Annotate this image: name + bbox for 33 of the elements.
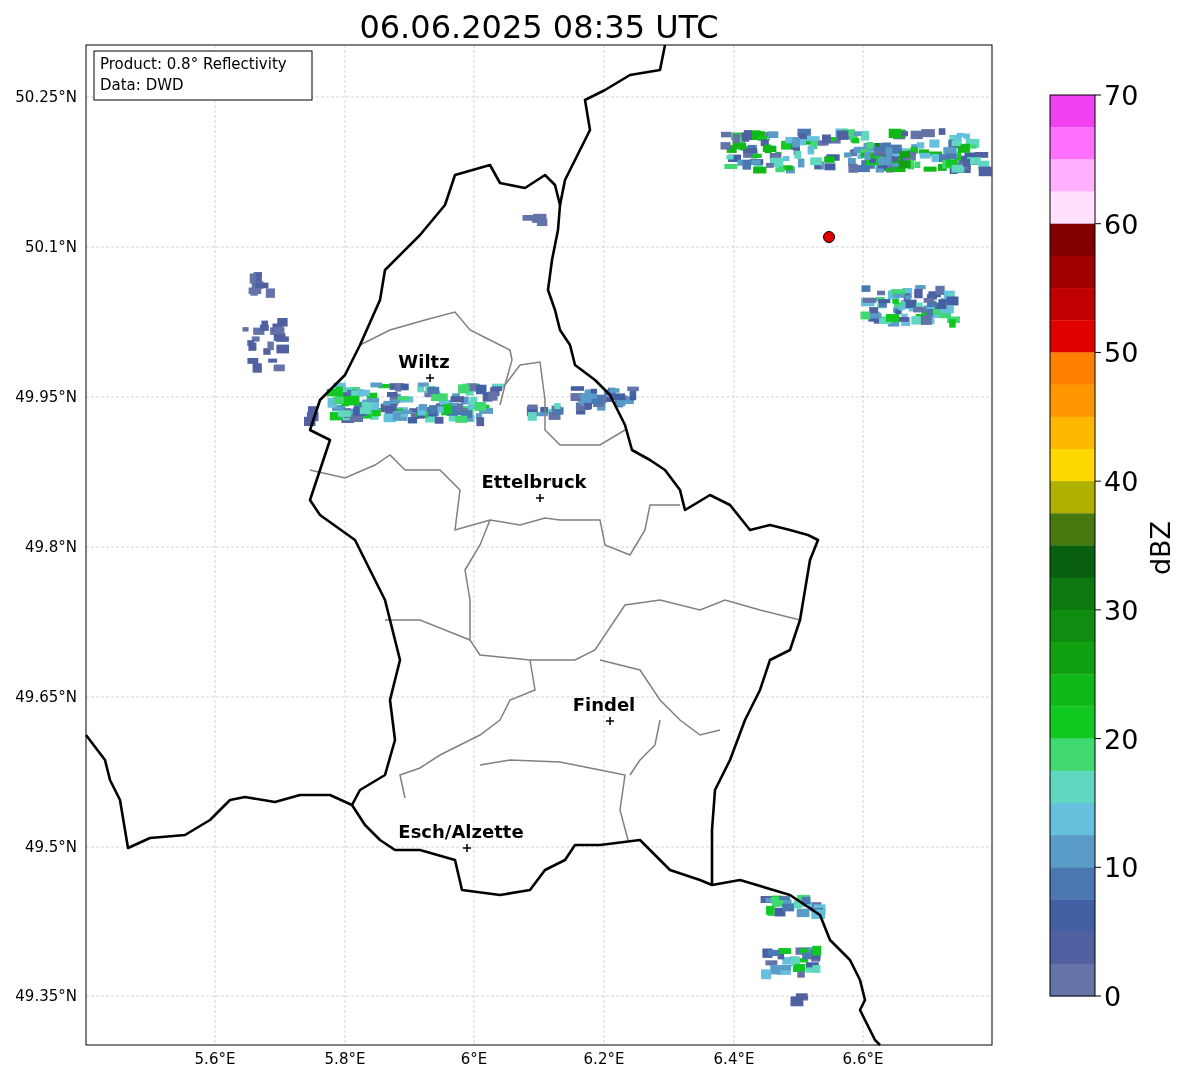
- colorbar-label: dBZ: [1145, 520, 1176, 576]
- info-text: Data: DWD: [100, 76, 184, 94]
- city-label: Findel: [572, 694, 636, 715]
- axis-tick-label: 49.95°N: [15, 388, 77, 406]
- city-marker-icon: [605, 716, 615, 726]
- colorbar-tick-label: 20: [1104, 723, 1139, 755]
- colorbar-tick-label: 30: [1104, 594, 1139, 626]
- info-text: Product: 0.8° Reflectivity: [100, 55, 287, 73]
- axis-tick-label: 49.8°N: [24, 538, 77, 556]
- axis-tick-label: 50.25°N: [15, 88, 77, 106]
- city-label: Wiltz: [398, 351, 450, 372]
- axis-tick-label: 49.65°N: [15, 688, 77, 706]
- axis-tick-label: 5.6°E: [194, 1050, 236, 1068]
- city-marker-icon: [425, 373, 435, 383]
- axis-tick-label: 6.6°E: [842, 1050, 884, 1068]
- axis-tick-label: 49.35°N: [15, 987, 77, 1005]
- axis-tick-label: 6.2°E: [583, 1050, 625, 1068]
- axis-tick-label: 50.1°N: [24, 238, 77, 256]
- city-marker-icon: [535, 493, 545, 503]
- city-label: Esch/Alzette: [398, 821, 524, 842]
- colorbar-tick-label: 10: [1104, 852, 1139, 884]
- axis-tick-label: 6.4°E: [713, 1050, 755, 1068]
- colorbar-tick-label: 70: [1104, 80, 1139, 111]
- colorbar-tick-label: 60: [1104, 208, 1139, 240]
- colorbar-tick-label: 40: [1104, 466, 1139, 498]
- colorbar-tick-label: 0: [1104, 981, 1122, 1012]
- city-label: Ettelbruck: [481, 471, 587, 492]
- colorbar-tick-label: 50: [1104, 337, 1139, 369]
- axis-tick-label: 5.8°E: [324, 1050, 366, 1068]
- axis-tick-label: 49.5°N: [24, 838, 77, 856]
- chart-title: 06.06.2025 08:35 UTC: [359, 8, 719, 46]
- city-marker-icon: [462, 843, 472, 853]
- axis-tick-label: 6°E: [460, 1050, 488, 1068]
